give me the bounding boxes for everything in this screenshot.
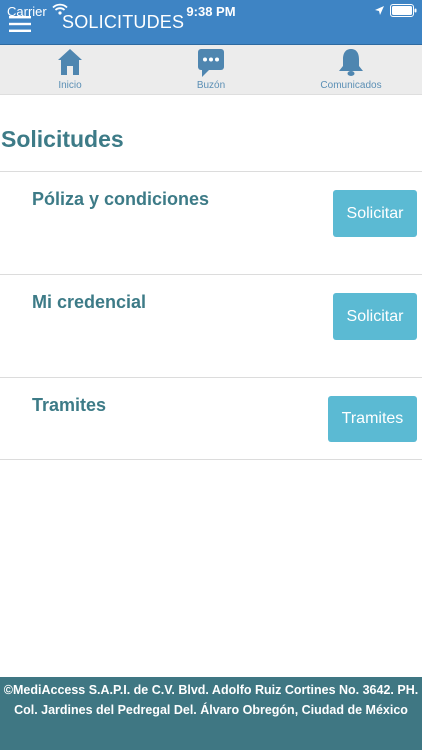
location-arrow-icon <box>375 6 384 15</box>
page-header-title: SOLICITUDES <box>62 12 185 32</box>
tab-inicio[interactable]: Inicio <box>10 47 130 93</box>
divider <box>0 171 422 172</box>
tramites-button[interactable]: Tramites <box>328 396 417 442</box>
tab-bar: Inicio Buzón Comunicados <box>0 45 422 95</box>
tab-inicio-label: Inicio <box>58 80 82 91</box>
app-header: Carrier 9:38 PM SOLICITUDES <box>0 0 422 45</box>
page-title: Solicitudes <box>1 126 124 152</box>
bell-icon <box>339 49 363 76</box>
divider <box>0 459 422 460</box>
home-icon <box>58 49 82 75</box>
tab-buzon-label: Buzón <box>196 80 226 91</box>
request-label-credencial: Mi credencial <box>32 292 147 312</box>
request-label-poliza: Póliza y condiciones <box>32 189 210 209</box>
footer-legal-address: ©MediAccess S.A.P.I. de C.V. Blvd. Adolf… <box>0 677 422 750</box>
chat-bubble-icon <box>198 49 224 77</box>
battery-icon <box>390 4 417 17</box>
tab-comunicados-label: Comunicados <box>320 80 382 91</box>
divider <box>0 377 422 378</box>
tab-buzon[interactable]: Buzón <box>151 47 271 93</box>
solicitar-credencial-button[interactable]: Solicitar <box>333 293 417 340</box>
solicitar-poliza-button[interactable]: Solicitar <box>333 190 417 237</box>
divider <box>0 274 422 275</box>
hamburger-menu-icon[interactable] <box>9 16 31 32</box>
tab-comunicados[interactable]: Comunicados <box>291 47 411 93</box>
request-label-tramites: Tramites <box>32 395 107 415</box>
